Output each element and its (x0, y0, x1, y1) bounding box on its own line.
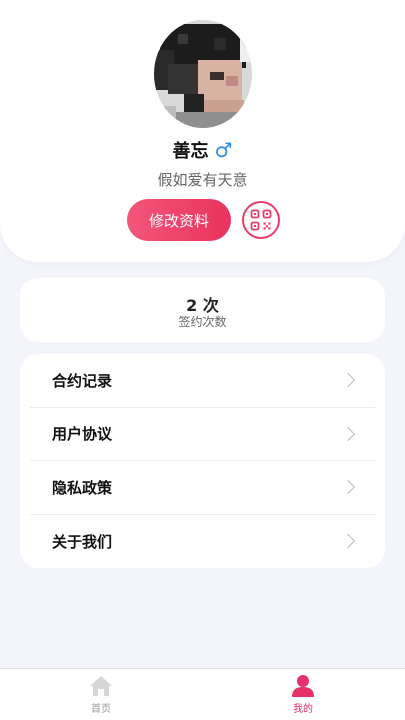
chevron-right-icon (340, 534, 356, 549)
sign-count-card[interactable]: 2 次 签约次数 (20, 278, 385, 342)
menu-item-label: 隐私政策 (52, 478, 113, 497)
chevron-right-icon (340, 426, 356, 441)
menu-item-contract-records[interactable]: 合约记录 (30, 354, 375, 408)
user-name: 善忘 (172, 141, 209, 162)
name-row: 善忘 ♂ (0, 137, 405, 163)
tab-home-label: 首页 (91, 704, 111, 715)
tab-mine[interactable]: 我的 (263, 674, 343, 718)
menu-item-label: 合约记录 (52, 371, 113, 390)
qr-code-button[interactable] (242, 201, 280, 239)
profile-card: 善忘 ♂ 假如爱有天意 修改资料 (0, 0, 405, 262)
avatar[interactable] (154, 20, 252, 128)
bottom-tab-bar: 首页 我的 (0, 668, 405, 720)
menu-item-about-us[interactable]: 关于我们 (30, 515, 375, 569)
avatar-image (154, 20, 252, 128)
chevron-right-icon (340, 480, 356, 495)
male-gender-icon: ♂ (214, 138, 233, 162)
home-icon (90, 676, 112, 696)
user-signature: 假如爱有天意 (157, 171, 248, 189)
menu-item-label: 用户协议 (52, 425, 113, 444)
sign-count-label: 签约次数 (178, 315, 227, 329)
menu-item-label: 关于我们 (52, 532, 113, 551)
tab-mine-label: 我的 (293, 704, 313, 715)
edit-profile-button[interactable]: 修改资料 (127, 199, 231, 241)
person-icon (292, 675, 314, 697)
menu-item-user-agreement[interactable]: 用户协议 (30, 408, 375, 461)
menu-item-privacy-policy[interactable]: 隐私政策 (30, 461, 375, 515)
chevron-right-icon (340, 373, 356, 388)
qr-code-icon (250, 209, 272, 231)
menu-list: 合约记录 用户协议 隐私政策 关于我们 (20, 354, 385, 568)
tab-home[interactable]: 首页 (61, 674, 141, 718)
